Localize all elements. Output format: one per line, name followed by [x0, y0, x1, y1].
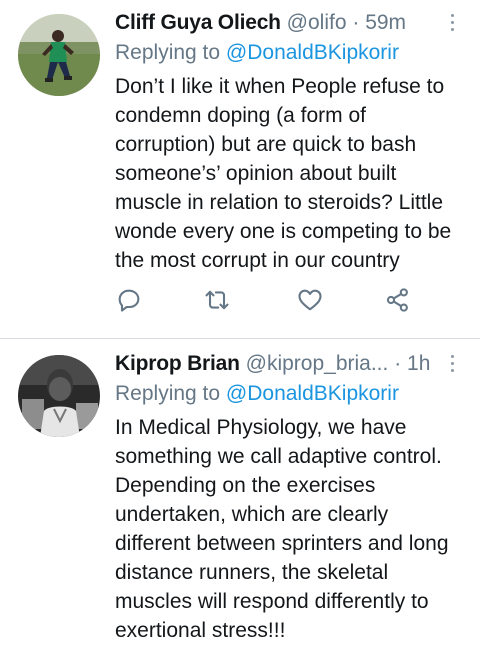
- replying-to: Replying to @DonaldBKipkorir: [115, 38, 466, 70]
- display-name[interactable]: Cliff Guya Oliech: [115, 11, 281, 34]
- timestamp[interactable]: 1h: [407, 352, 430, 375]
- replying-to: Replying to @DonaldBKipkorir: [115, 379, 466, 411]
- replying-to-label: Replying to: [115, 41, 221, 64]
- avatar-photo: [18, 355, 100, 437]
- reply-icon[interactable]: [115, 286, 145, 316]
- separator-dot: ·: [352, 11, 360, 34]
- tweet-content: Cliff Guya Oliech @olifo · 59m Replying …: [115, 8, 466, 275]
- mention-link[interactable]: @DonaldBKipkorir: [226, 41, 399, 64]
- replying-to-label: Replying to: [115, 382, 221, 405]
- user-handle[interactable]: @olifo: [287, 11, 347, 34]
- like-icon[interactable]: [296, 286, 326, 316]
- avatar[interactable]: [18, 355, 100, 437]
- more-options-icon[interactable]: [450, 14, 456, 35]
- timestamp[interactable]: 59m: [365, 11, 406, 34]
- tweet-header: Cliff Guya Oliech @olifo · 59m: [115, 8, 466, 38]
- avatar-photo: [18, 14, 100, 96]
- avatar[interactable]: [18, 14, 100, 96]
- tweet-text: Don’t I like it when People refuse to co…: [115, 75, 452, 272]
- retweet-icon[interactable]: [203, 286, 233, 316]
- tweet[interactable]: Kiprop Brian @kiprop_bria... · 1h Replyi…: [0, 339, 480, 657]
- share-icon[interactable]: [384, 286, 414, 316]
- separator-dot: ·: [394, 352, 402, 375]
- mention-link[interactable]: @DonaldBKipkorir: [226, 382, 399, 405]
- display-name[interactable]: Kiprop Brian: [115, 352, 240, 375]
- tweet[interactable]: Cliff Guya Oliech @olifo · 59m Replying …: [0, 0, 480, 338]
- tweet-header: Kiprop Brian @kiprop_bria... · 1h: [115, 349, 466, 379]
- tweet-actions: [115, 286, 408, 326]
- tweet-text: In Medical Physiology, we have something…: [115, 416, 449, 642]
- tweet-content: Kiprop Brian @kiprop_bria... · 1h Replyi…: [115, 349, 466, 645]
- more-options-icon[interactable]: [450, 355, 456, 376]
- user-handle[interactable]: @kiprop_bria...: [246, 352, 389, 375]
